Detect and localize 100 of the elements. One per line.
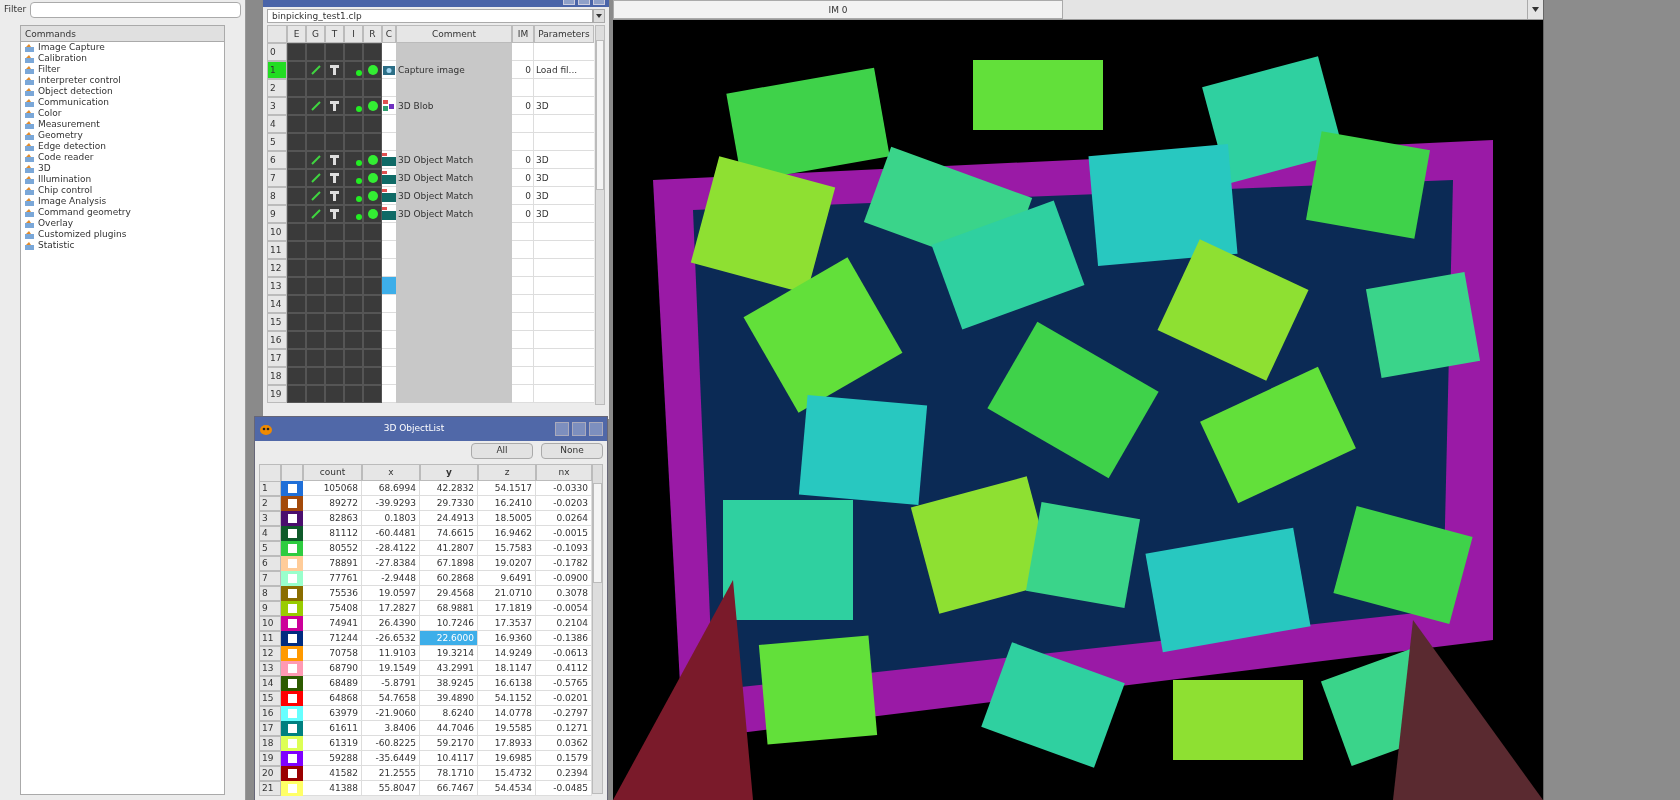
flag-cell[interactable] — [325, 187, 344, 205]
row-number[interactable]: 14 — [267, 295, 287, 313]
flag-cell[interactable] — [325, 115, 344, 133]
flag-cell[interactable] — [363, 133, 382, 151]
flag-cell[interactable] — [306, 241, 325, 259]
flag-cell[interactable] — [287, 349, 306, 367]
flag-cell[interactable] — [325, 205, 344, 223]
filter-field[interactable] — [30, 2, 241, 18]
flag-cell[interactable] — [363, 187, 382, 205]
row-number[interactable]: 18 — [267, 367, 287, 385]
command-category[interactable]: Color — [38, 108, 62, 119]
command-category[interactable]: Interpreter control — [38, 75, 121, 86]
flag-cell[interactable] — [325, 241, 344, 259]
flag-cell[interactable] — [306, 133, 325, 151]
image-tab[interactable]: IM 0 — [613, 0, 1063, 19]
command-category[interactable]: Communication — [38, 97, 109, 108]
flag-cell[interactable] — [363, 241, 382, 259]
command-category[interactable]: Measurement — [38, 119, 100, 130]
flag-cell[interactable] — [306, 295, 325, 313]
flag-cell[interactable] — [344, 61, 363, 79]
pencil-icon[interactable] — [310, 209, 321, 219]
flag-cell[interactable] — [344, 79, 363, 97]
row-number[interactable]: 12 — [267, 259, 287, 277]
flag-cell[interactable] — [287, 277, 306, 295]
command-category[interactable]: Object detection — [38, 86, 113, 97]
flag-cell[interactable] — [363, 205, 382, 223]
command-category[interactable]: Calibration — [38, 53, 87, 64]
column-header[interactable]: nx — [536, 464, 592, 481]
pencil-icon[interactable] — [310, 155, 321, 165]
flag-cell[interactable] — [344, 241, 363, 259]
scrollbar[interactable] — [592, 464, 603, 794]
flag-cell[interactable] — [287, 367, 306, 385]
flag-cell[interactable] — [344, 151, 363, 169]
column-header[interactable]: y — [420, 464, 478, 481]
flag-cell[interactable] — [325, 259, 344, 277]
column-header[interactable]: Comment — [396, 25, 512, 43]
row-number[interactable]: 1 — [267, 61, 287, 79]
flag-cell[interactable] — [363, 223, 382, 241]
column-header[interactable]: x — [362, 464, 420, 481]
flag-cell[interactable] — [287, 61, 306, 79]
flag-cell[interactable] — [363, 313, 382, 331]
flag-cell[interactable] — [325, 43, 344, 61]
flag-cell[interactable] — [344, 313, 363, 331]
flag-cell[interactable] — [306, 259, 325, 277]
row-number[interactable]: 11 — [267, 241, 287, 259]
row-number[interactable]: 19 — [267, 385, 287, 403]
flag-cell[interactable] — [363, 295, 382, 313]
row-number[interactable]: 3 — [267, 97, 287, 115]
flag-cell[interactable] — [363, 115, 382, 133]
flag-cell[interactable] — [287, 223, 306, 241]
flag-cell[interactable] — [325, 331, 344, 349]
list-button[interactable]: All — [471, 443, 533, 459]
flag-cell[interactable] — [287, 295, 306, 313]
pencil-icon[interactable] — [310, 173, 321, 183]
column-header[interactable]: IM — [512, 25, 534, 43]
flag-cell[interactable] — [287, 241, 306, 259]
command-category[interactable]: Overlay — [38, 218, 73, 229]
flag-cell[interactable] — [306, 61, 325, 79]
flag-cell[interactable] — [344, 295, 363, 313]
command-category[interactable]: Image Analysis — [38, 196, 107, 207]
command-category[interactable]: Customized plugins — [38, 229, 127, 240]
column-header[interactable]: G — [306, 25, 325, 43]
flag-cell[interactable] — [325, 97, 344, 115]
column-header[interactable]: T — [325, 25, 344, 43]
flag-cell[interactable] — [363, 349, 382, 367]
flag-cell[interactable] — [363, 43, 382, 61]
flag-cell[interactable] — [306, 367, 325, 385]
flag-cell[interactable] — [306, 331, 325, 349]
flag-cell[interactable] — [325, 61, 344, 79]
flag-cell[interactable] — [306, 169, 325, 187]
flag-cell[interactable] — [287, 151, 306, 169]
column-header[interactable]: C — [382, 25, 396, 43]
flag-cell[interactable] — [363, 169, 382, 187]
flag-cell[interactable] — [344, 115, 363, 133]
command-category[interactable]: 3D — [38, 163, 51, 174]
flag-cell[interactable] — [325, 349, 344, 367]
row-number[interactable]: 17 — [267, 349, 287, 367]
flag-cell[interactable] — [306, 187, 325, 205]
flag-cell[interactable] — [306, 313, 325, 331]
flag-cell[interactable] — [306, 151, 325, 169]
flag-cell[interactable] — [306, 97, 325, 115]
flag-cell[interactable] — [344, 223, 363, 241]
flag-cell[interactable] — [306, 349, 325, 367]
flag-cell[interactable] — [363, 259, 382, 277]
flag-cell[interactable] — [344, 187, 363, 205]
flag-cell[interactable] — [344, 97, 363, 115]
row-number[interactable]: 8 — [267, 187, 287, 205]
flag-cell[interactable] — [325, 277, 344, 295]
command-category[interactable]: Edge detection — [38, 141, 106, 152]
row-number[interactable]: 9 — [267, 205, 287, 223]
flag-cell[interactable] — [306, 223, 325, 241]
column-header[interactable]: Parameters — [534, 25, 594, 43]
command-category[interactable]: Filter — [38, 64, 61, 75]
flag-cell[interactable] — [325, 313, 344, 331]
flag-cell[interactable] — [363, 61, 382, 79]
row-number[interactable]: 7 — [267, 169, 287, 187]
flag-cell[interactable] — [363, 367, 382, 385]
flag-cell[interactable] — [306, 385, 325, 403]
flag-cell[interactable] — [344, 331, 363, 349]
list-button[interactable]: None — [541, 443, 603, 459]
